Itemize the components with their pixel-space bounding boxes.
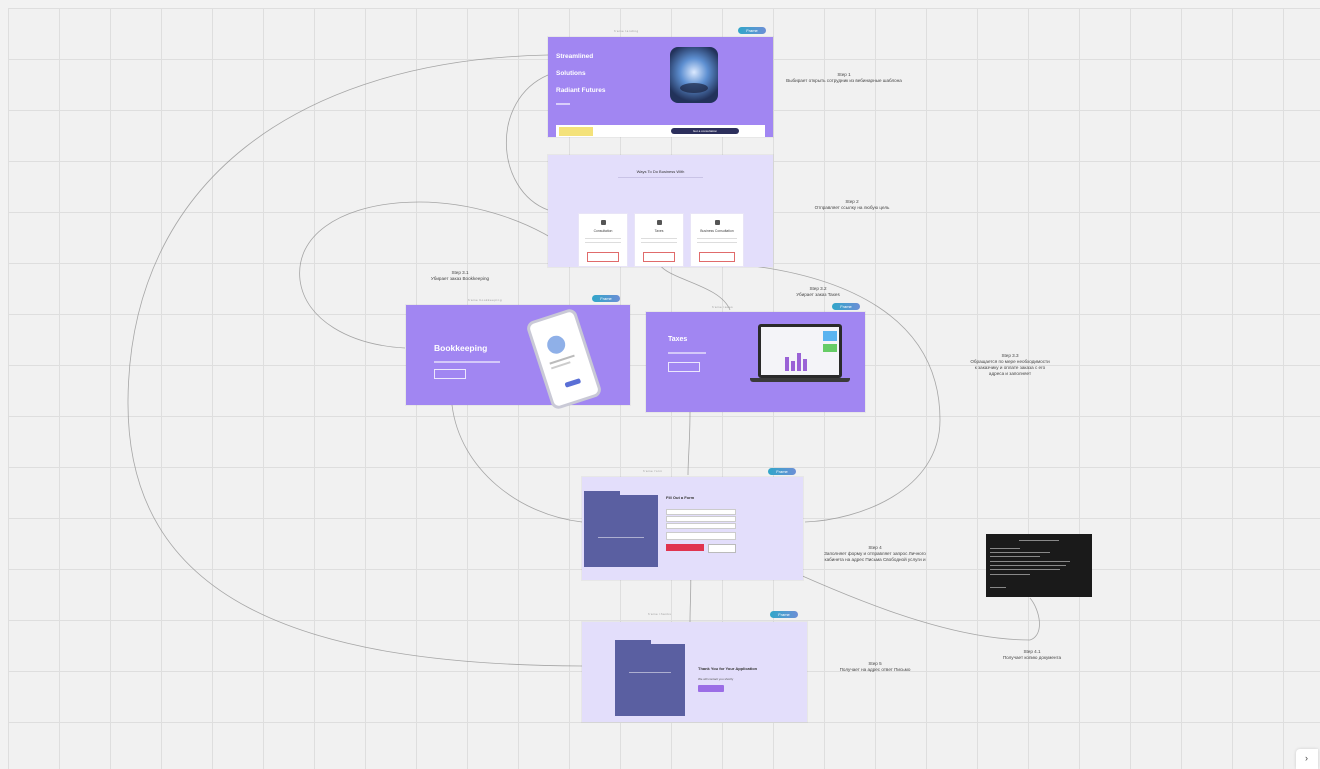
hero-line-3: Radiant Futures xyxy=(556,87,606,94)
frame-title: frame taxes xyxy=(712,305,734,309)
form-frame[interactable]: Fill Out a Form xyxy=(582,477,803,580)
thanks-button[interactable] xyxy=(698,685,724,692)
service-card-1[interactable]: Consultation xyxy=(578,213,628,267)
hero-subline xyxy=(556,103,570,105)
card-line xyxy=(697,238,737,239)
thanks-subtitle: We will contact you shortly xyxy=(698,677,734,681)
taxes-button[interactable] xyxy=(668,362,700,372)
card-line xyxy=(641,242,677,243)
services-subline xyxy=(618,177,703,178)
form-heading: Fill Out a Form xyxy=(666,495,695,500)
frame-title: frame form xyxy=(643,469,663,473)
chevron-right-icon: › xyxy=(1305,753,1308,763)
service-icon xyxy=(600,220,606,225)
taxes-title: Taxes xyxy=(668,336,688,343)
hero-illustration xyxy=(670,47,718,103)
note-step1: Step 1 Выбирает открыть сотрудник из веби… xyxy=(786,72,902,83)
laptop-base xyxy=(750,378,850,382)
hero-line-1: Streamlined xyxy=(556,53,594,60)
frame-title: frame landing xyxy=(614,29,639,33)
service-card-button[interactable] xyxy=(699,252,735,262)
note-step33: Step 3.3 Обращается по мере необходимости… xyxy=(970,353,1050,376)
email-screenshot[interactable] xyxy=(986,534,1092,597)
form-field-phone[interactable] xyxy=(666,523,736,529)
note-step32: Step 3.2 Убирает заказ Taxes xyxy=(796,286,840,297)
thanks-side-panel xyxy=(615,640,685,716)
service-card-button[interactable] xyxy=(587,252,619,262)
service-card-button[interactable] xyxy=(643,252,675,262)
services-frame[interactable]: Ways To Do Business With Consultation Ta… xyxy=(548,155,773,267)
phone-mockup xyxy=(525,307,603,411)
taxes-frame[interactable]: Taxes xyxy=(646,312,865,412)
submit-button[interactable] xyxy=(666,544,704,551)
secondary-button[interactable] xyxy=(708,544,736,553)
form-field-message[interactable] xyxy=(666,532,736,540)
hero-line-2: Solutions xyxy=(556,70,586,77)
service-card-2[interactable]: Taxes xyxy=(634,213,684,267)
hero-yellow-block xyxy=(559,127,593,136)
service-card-title: Consultation xyxy=(593,229,613,233)
frame-badge[interactable]: Frame xyxy=(738,27,766,34)
thanks-frame[interactable]: Thank You for Your Application We will c… xyxy=(582,622,807,722)
frame-badge[interactable]: Frame xyxy=(592,295,620,302)
service-card-title: Taxes xyxy=(654,229,664,233)
services-heading: Ways To Do Business With xyxy=(636,169,685,174)
card-line xyxy=(697,242,737,243)
frame-badge[interactable]: Frame xyxy=(768,468,796,475)
note-step2: Step 2 Отправляет ссылку на любую цель xyxy=(814,199,890,210)
laptop-mockup xyxy=(758,324,842,378)
taxes-subline xyxy=(668,352,706,354)
consultation-button[interactable]: Get a consultation xyxy=(671,128,739,134)
thanks-title: Thank You for Your Application xyxy=(698,666,758,671)
note-step41: Step 4.1 Получает копию документа xyxy=(1002,649,1062,660)
bookkeeping-frame[interactable]: Bookkeeping xyxy=(406,305,630,411)
note-step4: Step 4 Заполняет форму и отправляет запро… xyxy=(824,545,926,562)
frame-title: frame bookkeeping xyxy=(468,298,503,302)
service-icon xyxy=(714,220,720,225)
card-line xyxy=(585,238,621,239)
hero-frame[interactable]: Streamlined Solutions Radiant Futures Ge… xyxy=(548,37,773,137)
service-card-title: Business Consultation xyxy=(700,229,734,233)
note-step31: Step 3.1 Убирает заказ Bookkeeping xyxy=(430,270,490,281)
form-field-name[interactable] xyxy=(666,509,736,515)
bookkeeping-button[interactable] xyxy=(434,369,466,379)
frame-badge[interactable]: Frame xyxy=(770,611,798,618)
form-side-panel xyxy=(584,491,658,567)
bookkeeping-title: Bookkeeping xyxy=(434,343,488,353)
form-field-email[interactable] xyxy=(666,516,736,522)
card-line xyxy=(585,242,621,243)
bookkeeping-subline xyxy=(434,361,500,363)
service-card-3[interactable]: Business Consultation xyxy=(690,213,744,267)
expand-panel-button[interactable]: › xyxy=(1296,749,1318,769)
frame-title: frame thanks xyxy=(648,612,672,616)
note-step5: Step 5 Получает на адрес ответ Письмо xyxy=(839,661,911,672)
service-icon xyxy=(656,220,662,225)
card-line xyxy=(641,238,677,239)
frame-badge[interactable]: Frame xyxy=(832,303,860,310)
